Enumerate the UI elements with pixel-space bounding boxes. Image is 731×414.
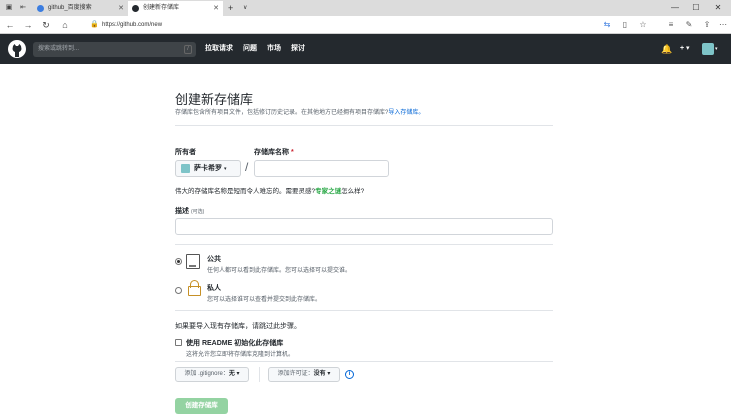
info-icon[interactable]: i bbox=[345, 370, 354, 379]
owner-value: 萨卡希罗 bbox=[194, 165, 222, 172]
readme-checkbox[interactable] bbox=[175, 339, 182, 346]
import-repo-link[interactable]: 导入存储库。 bbox=[388, 110, 424, 116]
repo-name-label-text: 存储库名称 bbox=[254, 149, 289, 156]
chevron-down-icon: ▾ bbox=[223, 166, 227, 172]
lock-shackle-icon bbox=[190, 280, 199, 288]
share-icon[interactable]: ⇪ bbox=[700, 18, 714, 32]
license-value: 没有 ▾ bbox=[313, 371, 331, 377]
tab-new-repo[interactable]: 创建新存储库 ✕ bbox=[128, 1, 223, 16]
description-input[interactable] bbox=[175, 218, 553, 235]
suggested-name-link[interactable]: 专家之谜 bbox=[315, 188, 341, 195]
reading-view-icon[interactable]: ▯ bbox=[618, 18, 632, 32]
page-subtitle: 存储库包含所有项目文件，包括修订历史记录。在其他地方已经拥有项目存储库?导入存储… bbox=[175, 107, 555, 116]
favorite-star-icon[interactable]: ☆ bbox=[636, 18, 650, 32]
public-repo-icon bbox=[186, 254, 200, 269]
close-tab-icon[interactable]: ✕ bbox=[118, 1, 124, 16]
nav-pull-requests[interactable]: 拉取请求 bbox=[205, 43, 233, 55]
url-field[interactable]: 🔒 https://github.com/new bbox=[88, 19, 588, 31]
back-arrow-icon[interactable]: ← bbox=[3, 17, 17, 33]
tab-baidu[interactable]: github_百度搜索 ✕ bbox=[33, 1, 128, 16]
description-label: 描述 (可选) bbox=[175, 206, 204, 216]
owner-select[interactable]: 萨卡希罗 ▾ bbox=[175, 160, 241, 177]
translate-icon[interactable]: ⇆ bbox=[600, 18, 614, 32]
github-logo-icon[interactable] bbox=[8, 40, 26, 58]
search-shortcut-key: / bbox=[184, 45, 192, 54]
search-input[interactable]: 搜索或跳转到... / bbox=[33, 42, 196, 57]
name-hint: 伟大的存储库名称是短而令人难忘的。需要灵感?专家之谜怎么样? bbox=[175, 185, 364, 195]
baidu-favicon-icon bbox=[37, 5, 44, 12]
gitignore-select[interactable]: 添加 .gitignore：无 ▾ bbox=[175, 367, 249, 382]
maximize-icon[interactable]: ☐ bbox=[686, 0, 706, 16]
repo-name-label: 存储库名称 * bbox=[254, 147, 294, 157]
description-label-text: 描述 bbox=[175, 208, 189, 215]
new-tab-button[interactable]: + bbox=[225, 1, 239, 16]
avatar-caret-icon[interactable]: ▾ bbox=[715, 43, 718, 55]
readme-description: 这将允许您立即将存储库克隆到计算机。 bbox=[186, 352, 295, 358]
owner-separator: / bbox=[245, 160, 249, 174]
url-text: https://github.com/new bbox=[102, 22, 163, 28]
github-header: 搜索或跳转到... / 拉取请求 问题 市场 探讨 🔔 + ▾ ▾ bbox=[0, 34, 731, 64]
nav-marketplace[interactable]: 市场 bbox=[267, 43, 281, 55]
pen-icon[interactable]: ✎ bbox=[682, 18, 696, 32]
divider bbox=[175, 310, 553, 311]
private-description: 您可以选择谁可以查看并提交到此存储库。 bbox=[207, 297, 322, 303]
required-mark: * bbox=[290, 149, 294, 156]
repo-name-input[interactable] bbox=[254, 160, 389, 177]
tab-label: github_百度搜索 bbox=[48, 5, 92, 11]
optional-tag: (可选) bbox=[190, 209, 205, 215]
divider bbox=[175, 125, 553, 126]
nav-issues[interactable]: 问题 bbox=[243, 43, 257, 55]
lock-icon: 🔒 bbox=[90, 21, 99, 28]
github-favicon-icon bbox=[132, 5, 139, 12]
forward-arrow-icon[interactable]: → bbox=[21, 17, 35, 33]
minimize-icon[interactable]: — bbox=[665, 0, 685, 16]
private-label: 私人 bbox=[207, 285, 221, 292]
name-hint-suffix: 怎么样? bbox=[341, 188, 365, 195]
license-select[interactable]: 添加许可证：没有 ▾ bbox=[268, 367, 340, 382]
close-tab-icon[interactable]: ✕ bbox=[213, 1, 219, 16]
private-radio[interactable] bbox=[175, 287, 182, 294]
public-description: 任何人都可以看到此存储库。您可以选择可以提交谁。 bbox=[207, 268, 352, 274]
gitignore-prefix: 添加 .gitignore： bbox=[184, 371, 229, 377]
favorites-list-icon[interactable]: ≡ bbox=[664, 18, 678, 32]
owner-avatar bbox=[181, 164, 190, 173]
home-icon[interactable]: ⌂ bbox=[58, 17, 72, 33]
refresh-icon[interactable]: ↻ bbox=[39, 17, 53, 33]
gitignore-value: 无 ▾ bbox=[228, 371, 240, 377]
vertical-divider bbox=[259, 367, 260, 382]
close-window-icon[interactable]: ✕ bbox=[708, 0, 728, 16]
browser-tab-bar: ▣ ⇤ github_百度搜索 ✕ 创建新存储库 ✕ + ∨ — ☐ ✕ bbox=[0, 0, 731, 16]
tab-label: 创建新存储库 bbox=[143, 5, 180, 11]
back-tabs-icon[interactable]: ⇤ bbox=[16, 0, 30, 16]
license-prefix: 添加许可证： bbox=[277, 371, 314, 377]
create-repository-button[interactable]: 创建存储库 bbox=[175, 398, 228, 414]
name-hint-text: 伟大的存储库名称是短而令人难忘的。需要灵感? bbox=[175, 188, 316, 195]
more-icon[interactable]: ⋯ bbox=[716, 18, 730, 32]
divider bbox=[175, 361, 553, 362]
tab-menu-button[interactable]: ∨ bbox=[240, 1, 254, 16]
public-radio[interactable] bbox=[175, 258, 182, 265]
avatar[interactable] bbox=[702, 43, 714, 55]
owner-label: 所有者 bbox=[175, 149, 196, 156]
readme-label: 使用 README 初始化此存储库 bbox=[186, 340, 284, 347]
create-new-dropdown[interactable]: + ▾ bbox=[680, 43, 690, 55]
divider bbox=[175, 244, 553, 245]
nav-explore[interactable]: 探讨 bbox=[291, 43, 305, 55]
search-placeholder: 搜索或跳转到... bbox=[38, 46, 80, 52]
address-bar-row: ← → ↻ ⌂ 🔒 https://github.com/new ⇆ ▯ ☆ ≡… bbox=[0, 16, 731, 34]
import-note: 如果要导入现有存储库，请跳过此步骤。 bbox=[175, 323, 301, 330]
subtitle-text: 存储库包含所有项目文件，包括修订历史记录。在其他地方已经拥有项目存储库? bbox=[175, 110, 389, 116]
public-label: 公共 bbox=[207, 256, 221, 263]
notification-bell-icon[interactable]: 🔔 bbox=[661, 43, 672, 55]
repo-icon-detail bbox=[189, 265, 196, 267]
page-title: 创建新存储库 bbox=[175, 92, 254, 107]
tab-actions-icon[interactable]: ▣ bbox=[2, 0, 16, 16]
